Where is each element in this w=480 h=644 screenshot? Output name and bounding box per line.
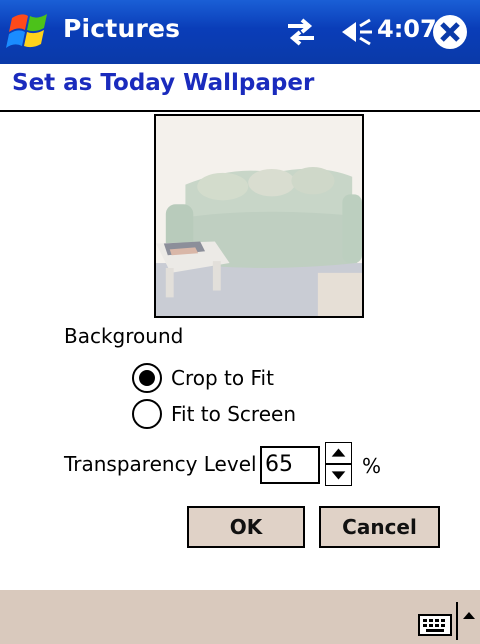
crop-to-fit-label[interactable]: Crop to Fit xyxy=(171,366,274,390)
menu-bar xyxy=(0,590,480,644)
percent-unit: % xyxy=(362,454,382,478)
sip-separator xyxy=(456,602,458,640)
fit-to-screen-label[interactable]: Fit to Screen xyxy=(171,402,296,426)
windows-flag-icon[interactable] xyxy=(4,6,56,58)
spin-up-button[interactable] xyxy=(325,442,352,464)
cancel-button[interactable]: Cancel xyxy=(319,506,440,548)
title-bar: Pictures 4:07 xyxy=(0,0,480,64)
app-title: Pictures xyxy=(63,14,181,43)
transparency-input[interactable]: 65 xyxy=(260,446,320,484)
keyboard-icon[interactable] xyxy=(418,614,452,636)
fit-to-screen-radio[interactable] xyxy=(131,398,163,430)
transparency-spinner xyxy=(325,442,352,486)
page-title: Set as Today Wallpaper xyxy=(12,70,315,96)
wallpaper-preview xyxy=(154,114,364,318)
connectivity-arrows-icon[interactable] xyxy=(284,16,318,48)
background-label: Background xyxy=(64,324,184,348)
spin-down-button[interactable] xyxy=(325,464,352,486)
sip-up-arrow-icon[interactable] xyxy=(460,606,478,626)
clock[interactable]: 4:07 xyxy=(377,15,437,43)
transparency-label: Transparency Level xyxy=(64,452,257,476)
crop-to-fit-radio[interactable] xyxy=(131,362,163,394)
page-divider xyxy=(0,110,480,112)
speaker-icon[interactable] xyxy=(340,16,374,48)
screen: Pictures 4:07 Set as Today Wallpaper Bac… xyxy=(0,0,480,644)
close-icon[interactable] xyxy=(430,12,470,52)
ok-button[interactable]: OK xyxy=(187,506,305,548)
